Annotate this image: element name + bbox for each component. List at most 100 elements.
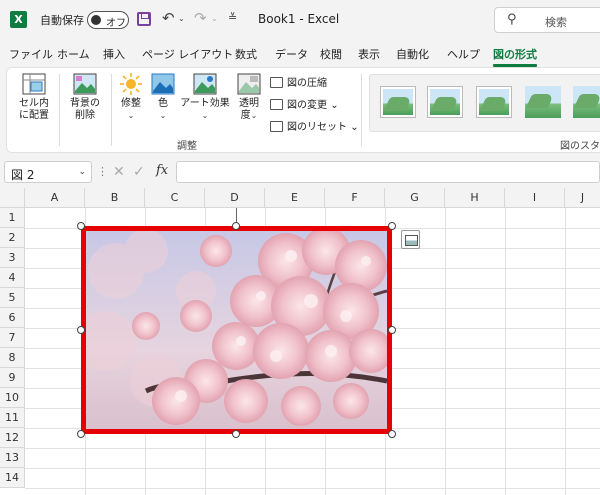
- grid-line: [505, 208, 506, 495]
- artistic-effects-button[interactable]: アート効果 ⌄: [177, 73, 233, 122]
- row-header-11[interactable]: 11: [0, 408, 25, 428]
- tab-data[interactable]: データ: [275, 46, 308, 62]
- cherry-blossom-picture[interactable]: [81, 226, 392, 434]
- customize-qat-icon[interactable]: ≚: [228, 11, 237, 24]
- fit-in-cell-button[interactable]: セル内 に配置: [13, 73, 55, 122]
- column-header-a[interactable]: A: [25, 188, 85, 208]
- picture-style-1[interactable]: [380, 86, 416, 118]
- chevron-down-icon: ⌄: [350, 122, 359, 133]
- column-header-b[interactable]: B: [85, 188, 145, 208]
- tab-review[interactable]: 校閲: [320, 46, 342, 62]
- search-box[interactable]: ⚲ 検索: [494, 7, 600, 33]
- column-header-f[interactable]: F: [325, 188, 385, 208]
- resize-handle-top-right[interactable]: [388, 222, 396, 230]
- tab-file[interactable]: ファイル: [9, 46, 53, 62]
- color-button[interactable]: 色 ⌄: [149, 73, 177, 122]
- tab-home[interactable]: ホーム: [57, 46, 90, 62]
- resize-handle-bottom[interactable]: [232, 430, 240, 438]
- fit-in-cell-label-2: に配置: [19, 110, 49, 121]
- undo-icon[interactable]: ↶: [162, 9, 175, 27]
- cherry-blossom-image: [86, 231, 387, 429]
- transparency-button[interactable]: 透明 度⌄: [233, 73, 265, 122]
- redo-dropdown-icon[interactable]: ⌄: [211, 14, 218, 23]
- column-header-d[interactable]: D: [205, 188, 265, 208]
- corrections-button[interactable]: 修整 ⌄: [113, 73, 149, 122]
- name-box[interactable]: 図 2 ⌄: [4, 161, 92, 183]
- row-header-10[interactable]: 10: [0, 388, 25, 408]
- reset-picture-button[interactable]: 図のリセット ⌄: [270, 118, 359, 133]
- picture-style-2[interactable]: [427, 86, 463, 118]
- redo-icon[interactable]: ↷: [194, 9, 207, 27]
- ribbon-separator: [361, 74, 362, 146]
- remove-background-icon: [73, 73, 97, 95]
- search-icon: ⚲: [507, 12, 517, 27]
- row-header-12[interactable]: 12: [0, 428, 25, 448]
- column-header-h[interactable]: H: [445, 188, 505, 208]
- layout-options-icon[interactable]: [401, 230, 420, 249]
- enter-icon[interactable]: ✓: [133, 164, 145, 180]
- row-header-3[interactable]: 3: [0, 248, 25, 268]
- column-header-i[interactable]: I: [505, 188, 565, 208]
- row-header-8[interactable]: 8: [0, 348, 25, 368]
- picture-style-3[interactable]: [476, 86, 512, 118]
- cancel-icon[interactable]: ✕: [113, 164, 125, 180]
- remove-background-label-2: 削除: [75, 110, 95, 121]
- row-header-6[interactable]: 6: [0, 308, 25, 328]
- title-bar: X 自動保存 オフ ↶ ⌄ ↷ ⌄ ≚ Book1 - Excel ⚲ 検索: [0, 0, 600, 40]
- sun-icon: [120, 73, 142, 95]
- tab-view[interactable]: 表示: [358, 46, 380, 62]
- reset-picture-label: 図のリセット: [287, 122, 347, 133]
- grid-line: [445, 208, 446, 495]
- resize-handle-bottom-right[interactable]: [388, 430, 396, 438]
- autosave-toggle[interactable]: オフ: [87, 11, 129, 29]
- corrections-label: 修整: [121, 98, 141, 109]
- column-header-c[interactable]: C: [145, 188, 205, 208]
- resize-handle-right[interactable]: [388, 326, 396, 334]
- row-header-2[interactable]: 2: [0, 228, 25, 248]
- tab-insert[interactable]: 挿入: [103, 46, 125, 62]
- tab-help[interactable]: ヘルプ: [447, 46, 480, 62]
- transparency-label-1: 透明: [239, 98, 259, 109]
- chevron-down-icon: ⌄: [127, 111, 135, 120]
- row-header-1[interactable]: 1: [0, 208, 25, 228]
- chevron-down-icon: ⌄: [330, 100, 339, 111]
- picture-style-5[interactable]: [573, 86, 600, 118]
- row-header-14[interactable]: 14: [0, 468, 25, 488]
- grid-line: [25, 488, 600, 489]
- row-header-5[interactable]: 5: [0, 288, 25, 308]
- compress-pictures-button[interactable]: 図の圧縮: [270, 74, 327, 89]
- row-header-4[interactable]: 4: [0, 268, 25, 288]
- name-box-value: 図 2: [11, 168, 35, 182]
- column-header-j[interactable]: J: [565, 188, 600, 208]
- formula-input[interactable]: [176, 161, 600, 183]
- change-picture-button[interactable]: 図の変更 ⌄: [270, 96, 339, 111]
- chevron-down-icon: ⌄: [250, 111, 258, 120]
- compress-icon: [270, 77, 283, 88]
- tab-page-layout[interactable]: ページ レイアウト: [142, 46, 233, 62]
- resize-handle-left[interactable]: [77, 326, 85, 334]
- row-header-13[interactable]: 13: [0, 448, 25, 468]
- resize-handle-bottom-left[interactable]: [77, 430, 85, 438]
- row-header-9[interactable]: 9: [0, 368, 25, 388]
- column-header-e[interactable]: E: [265, 188, 325, 208]
- compress-label: 図の圧縮: [287, 78, 327, 89]
- grid-line: [565, 208, 566, 495]
- tab-automate[interactable]: 自動化: [396, 46, 429, 62]
- row-header-7[interactable]: 7: [0, 328, 25, 348]
- tab-formulas[interactable]: 数式: [235, 46, 257, 62]
- more-options-icon[interactable]: ⋮: [97, 165, 108, 178]
- remove-background-button[interactable]: 背景の 削除: [63, 73, 107, 122]
- picture-style-4[interactable]: [525, 86, 561, 118]
- tab-picture-format[interactable]: 図の形式: [493, 46, 537, 67]
- grid-line: [25, 468, 600, 469]
- save-icon[interactable]: [137, 12, 151, 26]
- column-header-g[interactable]: G: [385, 188, 445, 208]
- chevron-down-icon: ⌄: [78, 167, 86, 177]
- undo-dropdown-icon[interactable]: ⌄: [178, 14, 185, 23]
- resize-handle-top[interactable]: [232, 222, 240, 230]
- resize-handle-top-left[interactable]: [77, 222, 85, 230]
- insert-function-button[interactable]: fx: [156, 163, 168, 178]
- select-all-corner[interactable]: [0, 188, 25, 208]
- fit-in-cell-icon: [22, 73, 46, 95]
- grid-line: [25, 448, 600, 449]
